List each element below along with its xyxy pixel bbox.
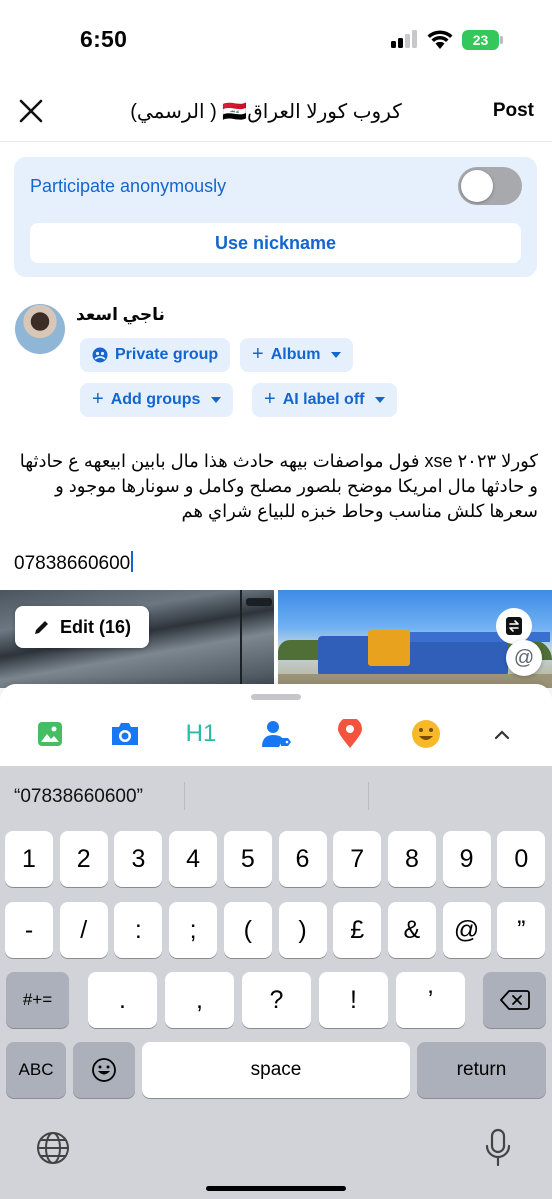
plus-icon: +	[92, 388, 104, 410]
home-indicator	[206, 1186, 346, 1191]
suggestion-divider	[368, 782, 369, 810]
emoji-key[interactable]	[73, 1042, 135, 1098]
post-phone-line[interactable]: 07838660600	[14, 551, 133, 575]
key[interactable]: -	[5, 902, 53, 958]
battery-tip	[500, 36, 503, 44]
key[interactable]: 7	[333, 831, 382, 887]
mention-button[interactable]: @	[506, 640, 542, 676]
suggestion-bar: “07838660600”	[0, 766, 552, 824]
privacy-label: Private group	[115, 346, 219, 363]
key[interactable]: :	[114, 902, 163, 958]
avatar	[15, 304, 65, 354]
key[interactable]: ”	[497, 902, 546, 958]
delete-key[interactable]	[483, 972, 546, 1028]
chevron-up-icon[interactable]	[486, 718, 518, 750]
composer-header: كروب كورلا العراق🇮🇶 ( الرسمي) Post	[0, 80, 552, 142]
car-door-line	[240, 590, 242, 688]
signal-icon	[391, 30, 419, 48]
privacy-chip[interactable]: Private group	[80, 338, 231, 372]
edit-media-button[interactable]: Edit (16)	[15, 606, 149, 648]
toggle-knob	[461, 170, 493, 202]
chevron-down-icon	[331, 352, 342, 358]
key[interactable]: ?	[242, 972, 311, 1028]
battery-indicator: 23	[462, 30, 499, 50]
key[interactable]: ;	[169, 902, 218, 958]
ai-label-text: AI label off	[282, 391, 365, 408]
key[interactable]: /	[59, 902, 108, 958]
camera-icon[interactable]	[109, 718, 141, 750]
key[interactable]: (	[223, 902, 272, 958]
album-label: Album	[270, 346, 321, 363]
status-time: 6:50	[80, 26, 128, 52]
abc-key[interactable]: ABC	[6, 1042, 66, 1098]
anonymous-label: Participate anonymously	[30, 176, 227, 196]
key[interactable]: @	[442, 902, 491, 958]
post-button[interactable]: Post	[493, 100, 534, 122]
key[interactable]: )	[278, 902, 327, 958]
chevron-down-icon	[211, 397, 222, 403]
suggestion-item[interactable]: “07838660600”	[14, 786, 143, 808]
backspace-icon	[499, 990, 530, 1010]
key[interactable]: 4	[169, 831, 218, 887]
author-name: ناجي اسعد	[76, 305, 165, 324]
status-bar: 6:50 23	[0, 0, 552, 80]
use-nickname-button[interactable]: Use nickname	[30, 223, 521, 263]
return-key[interactable]: return	[417, 1042, 546, 1098]
pencil-icon	[34, 621, 48, 634]
wifi-icon	[427, 30, 453, 49]
post-text-input[interactable]: كورلا ٢٠٢٣ xse فول مواصفات بيهه حادث هذا…	[14, 449, 538, 524]
key[interactable]: 3	[114, 831, 163, 887]
tag-people-icon[interactable]	[261, 718, 293, 750]
more-symbols-key[interactable]: #+=	[6, 972, 69, 1028]
truck-cab	[368, 630, 410, 666]
photo-icon[interactable]	[34, 718, 66, 750]
phone-number: 07838660600	[14, 553, 131, 574]
key[interactable]: 0	[497, 831, 546, 887]
microphone-icon[interactable]	[484, 1128, 512, 1168]
key[interactable]: 9	[442, 831, 491, 887]
space-key[interactable]: space	[142, 1042, 410, 1098]
truck-body	[318, 636, 508, 676]
edit-media-label: Edit (16)	[59, 616, 131, 637]
key[interactable]: 6	[278, 831, 327, 887]
key[interactable]: ,	[165, 972, 234, 1028]
add-groups-chip[interactable]: + Add groups	[80, 383, 234, 417]
feeling-icon[interactable]	[410, 718, 442, 750]
chevron-down-icon	[375, 397, 386, 403]
text-cursor	[131, 551, 133, 572]
key[interactable]: !	[319, 972, 388, 1028]
heading-text: H1	[185, 720, 217, 747]
key[interactable]: &	[387, 902, 436, 958]
key[interactable]: .	[88, 972, 157, 1028]
swap-media-icon[interactable]	[496, 608, 532, 644]
key[interactable]: 1	[5, 831, 53, 887]
heading-icon[interactable]: H1	[184, 718, 218, 750]
suggestion-divider	[184, 782, 185, 810]
emoji-icon	[92, 1058, 116, 1082]
key[interactable]: 8	[387, 831, 436, 887]
at-icon: @	[513, 646, 535, 669]
car-handle	[246, 598, 272, 606]
add-groups-label: Add groups	[110, 391, 201, 408]
plus-icon: +	[264, 388, 276, 410]
key[interactable]: 5	[223, 831, 272, 887]
anonymous-card: Participate anonymously Use nickname	[14, 157, 537, 277]
reorder-icon	[506, 617, 522, 635]
key[interactable]: 2	[59, 831, 108, 887]
group-icon	[92, 347, 108, 363]
close-icon[interactable]	[14, 94, 48, 128]
location-icon[interactable]	[334, 718, 366, 750]
sheet-grabber[interactable]	[251, 694, 301, 700]
group-title: كروب كورلا العراق🇮🇶 ( الرسمي)	[130, 101, 402, 123]
key[interactable]: £	[333, 902, 382, 958]
composer-tools-sheet: H1	[0, 684, 552, 766]
album-chip[interactable]: + Album	[240, 338, 354, 372]
plus-icon: +	[252, 343, 264, 365]
anonymous-toggle[interactable]	[458, 167, 522, 205]
globe-icon[interactable]	[35, 1130, 71, 1166]
key[interactable]: ’	[396, 972, 465, 1028]
ai-label-chip[interactable]: + AI label off	[252, 383, 398, 417]
battery-level: 23	[472, 32, 489, 48]
